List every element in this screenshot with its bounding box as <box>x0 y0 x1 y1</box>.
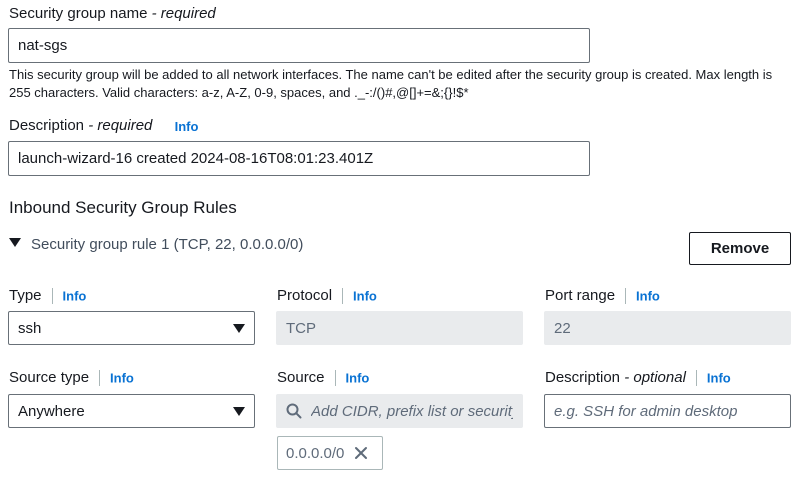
source-type-label-text: Source type <box>9 369 90 386</box>
source-type-info-link[interactable]: Info <box>110 371 134 386</box>
dropdown-caret-icon <box>233 406 245 416</box>
rule-description-placeholder: e.g. SSH for admin desktop <box>554 402 738 420</box>
source-label: Source Info <box>277 369 370 387</box>
name-help-line-1: This security group will be added to all… <box>9 67 773 82</box>
name-required-suffix: - required <box>151 5 216 22</box>
source-label-text: Source <box>277 369 325 386</box>
source-type-select-value: Anywhere <box>18 402 85 420</box>
rule-description-info-divider <box>695 370 697 387</box>
description-info-link[interactable]: Info <box>175 119 199 134</box>
inbound-rules-heading: Inbound Security Group Rules <box>9 198 237 217</box>
search-icon <box>286 403 302 419</box>
rule-description-optional-suffix: - optional <box>624 369 686 386</box>
source-info-divider <box>334 370 336 387</box>
source-type-select[interactable]: Anywhere <box>8 394 255 428</box>
dropdown-caret-icon <box>233 323 245 333</box>
rule-description-input[interactable]: e.g. SSH for admin desktop <box>544 394 791 428</box>
protocol-label: Protocol Info <box>277 287 377 305</box>
source-token-value: 0.0.0.0/0 <box>286 444 345 462</box>
type-select-value: ssh <box>18 319 42 337</box>
port-range-label-text: Port range <box>545 287 616 304</box>
type-label-text: Type <box>9 287 42 304</box>
protocol-label-text: Protocol <box>277 287 333 304</box>
name-help-line-2: 255 characters. Valid characters: a-z, A… <box>9 85 469 100</box>
port-range-label: Port range Info <box>545 287 660 305</box>
description-label: Description - required Info <box>9 117 198 134</box>
rule-description-label-text: Description <box>545 369 621 386</box>
port-range-input-value: 22 <box>554 319 571 337</box>
description-input[interactable]: launch-wizard-16 created 2024-08-16T08:0… <box>8 141 590 176</box>
description-input-value: launch-wizard-16 created 2024-08-16T08:0… <box>18 150 374 167</box>
remove-rule-button[interactable]: Remove <box>689 232 791 265</box>
remove-button-label: Remove <box>710 240 770 257</box>
security-group-name-input[interactable]: nat-sgs <box>8 28 590 63</box>
security-group-name-label: Security group name - required <box>9 5 216 22</box>
description-label-text: Description <box>9 117 85 134</box>
rule-1-expander[interactable]: Security group rule 1 (TCP, 22, 0.0.0.0/… <box>9 236 303 253</box>
protocol-input: TCP <box>276 311 523 345</box>
source-type-label: Source type Info <box>9 369 134 387</box>
description-required-suffix: - required <box>88 117 153 134</box>
source-token: 0.0.0.0/0 <box>277 436 383 470</box>
source-info-link[interactable]: Info <box>346 371 370 386</box>
source-type-info-divider <box>99 370 101 387</box>
type-info-divider <box>51 288 53 305</box>
port-range-info-link[interactable]: Info <box>636 289 660 304</box>
name-label-text: Security group name <box>9 5 148 22</box>
caret-down-icon <box>9 238 21 247</box>
source-search-placeholder: Add CIDR, prefix list or security <box>311 402 513 420</box>
type-label: Type Info <box>9 287 87 305</box>
source-search-input[interactable]: Add CIDR, prefix list or security <box>276 394 523 428</box>
close-icon[interactable] <box>354 446 368 460</box>
port-range-input: 22 <box>544 311 791 345</box>
type-select[interactable]: ssh <box>8 311 255 345</box>
rule-description-info-link[interactable]: Info <box>707 371 731 386</box>
rule-description-label: Description - optional Info <box>545 369 731 387</box>
name-help-text: This security group will be added to all… <box>9 66 794 102</box>
name-input-value: nat-sgs <box>18 37 68 54</box>
protocol-input-value: TCP <box>286 319 316 337</box>
protocol-info-divider <box>342 288 344 305</box>
protocol-info-link[interactable]: Info <box>353 289 377 304</box>
rule-1-title: Security group rule 1 (TCP, 22, 0.0.0.0/… <box>31 236 304 253</box>
type-info-link[interactable]: Info <box>63 289 87 304</box>
port-range-info-divider <box>625 288 627 305</box>
